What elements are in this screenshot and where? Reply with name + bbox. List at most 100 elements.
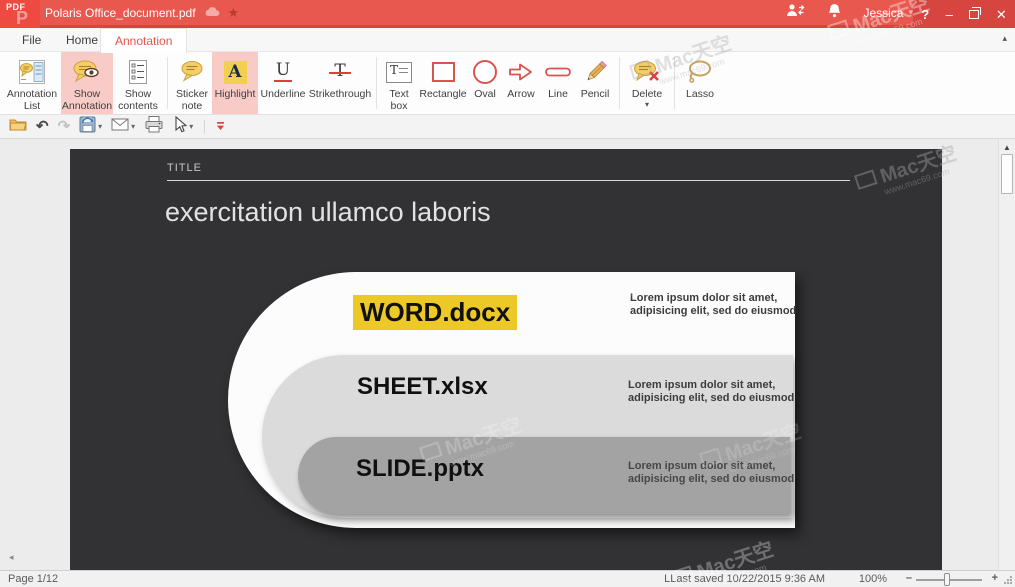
user-name: Jessica [863, 6, 903, 20]
maximize-button[interactable] [969, 8, 979, 21]
ribbon-separator [674, 57, 675, 109]
ribbon-separator [167, 57, 168, 109]
oval-icon [473, 56, 497, 88]
arrow-icon [507, 56, 535, 88]
strikethrough-button[interactable]: T Strikethrough [308, 52, 372, 114]
oval-button[interactable]: Oval [469, 52, 501, 114]
resize-grip[interactable] [1004, 576, 1012, 584]
sticker-note-button[interactable]: Sticker note [172, 52, 212, 114]
slide-heading[interactable]: exercitation ullamco laboris [165, 197, 491, 228]
app-window: PDF P Polaris Office_document.pdf ★ Jess… [0, 0, 1015, 587]
highlight-icon: A [224, 56, 247, 88]
printer-icon [144, 115, 164, 138]
close-button[interactable]: ✕ [996, 8, 1007, 21]
zoom-slider-handle[interactable] [944, 573, 950, 586]
annotation-list-button[interactable]: Annotation List [3, 52, 61, 114]
annotation-ribbon: Annotation List Show Annotation Show con… [0, 52, 1015, 115]
open-file-button[interactable] [9, 117, 27, 136]
last-saved-label: LLast saved 10/22/2015 9:36 AM [664, 573, 825, 585]
maximize-icon [969, 10, 979, 19]
status-bar: Page 1/12 LLast saved 10/22/2015 9:36 AM… [0, 570, 1015, 587]
title-bar: PDF P Polaris Office_document.pdf ★ Jess… [0, 0, 1015, 28]
scroll-up-arrow-icon[interactable]: ▲ [1003, 143, 1011, 152]
save-button[interactable]: ▾ [79, 116, 102, 138]
pencil-button[interactable]: Pencil [575, 52, 615, 114]
ribbon-separator [619, 57, 620, 109]
send-email-button[interactable]: ▾ [111, 118, 135, 136]
text-box-button[interactable]: T Text box [381, 52, 417, 114]
document-tab[interactable]: Polaris Office_document.pdf ★ [45, 0, 239, 25]
envelope-icon [111, 118, 129, 136]
delete-annotation-button[interactable]: Delete ▾ [624, 52, 670, 114]
document-title: Polaris Office_document.pdf [45, 6, 196, 20]
show-annotation-icon [72, 56, 102, 88]
favorite-star-icon[interactable]: ★ [228, 6, 240, 19]
zoom-slider[interactable] [916, 579, 982, 581]
redo-icon: ↷ [58, 119, 71, 134]
scrollbar-thumb[interactable] [1001, 154, 1013, 194]
underline-button[interactable]: U Underline [258, 52, 308, 114]
collapse-ribbon-icon[interactable]: ▴ [1002, 33, 1007, 44]
delete-dropdown-icon[interactable]: ▾ [645, 101, 649, 109]
show-annotation-button[interactable]: Show Annotation [61, 52, 113, 114]
red-chevron-icon [216, 118, 225, 136]
quick-access-bar: ↶ ↷ ▾ ▾ ▾ [0, 115, 1015, 139]
more-tools-button[interactable] [216, 118, 225, 136]
slide-eyebrow[interactable]: TITLE [167, 162, 202, 174]
title-divider [167, 180, 850, 181]
select-dropdown-icon[interactable]: ▾ [189, 122, 193, 131]
arrow-button[interactable]: Arrow [501, 52, 541, 114]
sheet-row-description[interactable]: Lorem ipsum dolor sit amet, adipisicing … [628, 379, 820, 406]
undo-button[interactable]: ↶ [36, 119, 49, 134]
word-row-description[interactable]: Lorem ipsum dolor sit amet, adipisicing … [630, 292, 800, 319]
show-contents-icon [126, 56, 150, 88]
quickbar-separator [204, 120, 205, 134]
rectangle-button[interactable]: Rectangle [417, 52, 469, 114]
vertical-scrollbar[interactable]: ▲ [998, 140, 1015, 570]
share-users-icon[interactable] [786, 3, 806, 22]
scroll-left-arrow-icon[interactable]: ◂ [9, 552, 14, 563]
save-icon [79, 116, 96, 138]
sheet-row-title[interactable]: SHEET.xlsx [357, 373, 488, 401]
show-contents-button[interactable]: Show contents [113, 52, 163, 114]
polaris-logo-icon: P [16, 8, 28, 28]
annotation-list-icon [18, 56, 46, 88]
minimize-button[interactable]: – [946, 8, 953, 21]
email-dropdown-icon[interactable]: ▾ [131, 122, 135, 131]
pdf-page: TITLE exercitation ullamco laboris WORD.… [70, 149, 942, 570]
delete-annotation-icon [632, 56, 662, 88]
tab-file[interactable]: File [8, 28, 55, 52]
window-controls: ? – ✕ [913, 0, 1015, 28]
line-icon [544, 56, 572, 88]
notification-bell-icon[interactable] [828, 3, 841, 23]
zoom-in-button[interactable]: + [992, 572, 998, 584]
print-button[interactable] [144, 115, 164, 138]
select-tool-button[interactable]: ▾ [173, 116, 193, 138]
slide-row-description[interactable]: Lorem ipsum dolor sit amet, adipisicing … [628, 460, 820, 487]
text-box-icon: T [386, 56, 412, 88]
save-dropdown-icon[interactable]: ▾ [98, 122, 102, 131]
user-menu[interactable]: Jessica ▾ [863, 6, 913, 20]
highlight-button[interactable]: A Highlight [212, 52, 258, 114]
line-button[interactable]: Line [541, 52, 575, 114]
undo-icon: ↶ [36, 119, 49, 134]
pointer-icon [173, 116, 187, 138]
document-canvas: TITLE exercitation ullamco laboris WORD.… [0, 140, 1015, 570]
slide-row-title[interactable]: SLIDE.pptx [356, 455, 484, 483]
lasso-icon [686, 56, 714, 88]
pencil-icon [582, 56, 608, 88]
zoom-level: 100% [859, 573, 887, 585]
word-row-title-highlighted[interactable]: WORD.docx [353, 295, 517, 330]
rectangle-icon [432, 56, 455, 88]
redo-button[interactable]: ↷ [58, 119, 71, 134]
strikethrough-icon: T [332, 56, 347, 88]
folder-icon [9, 117, 27, 136]
tab-annotation[interactable]: Annotation [100, 28, 187, 53]
cloud-sync-icon[interactable] [204, 6, 220, 20]
page-indicator: Page 1/12 [8, 573, 58, 585]
zoom-out-button[interactable]: – [906, 572, 912, 584]
help-button[interactable]: ? [921, 8, 929, 21]
ribbon-separator [376, 57, 377, 109]
menu-bar: File Home Annotation ▴ [0, 28, 1015, 52]
lasso-button[interactable]: Lasso [679, 52, 721, 114]
